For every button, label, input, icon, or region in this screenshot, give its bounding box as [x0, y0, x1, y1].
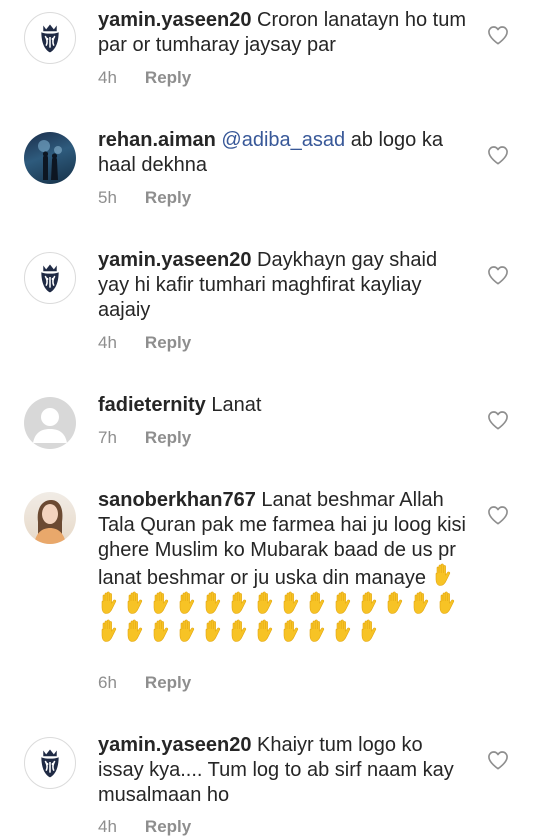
avatar[interactable] — [24, 252, 76, 304]
heart-outline-icon[interactable] — [487, 25, 509, 45]
reply-button[interactable]: Reply — [145, 673, 191, 692]
avatar[interactable] — [24, 132, 76, 184]
raised-hand-emoji — [124, 591, 146, 615]
avatar[interactable] — [24, 737, 76, 789]
reply-button[interactable]: Reply — [145, 68, 191, 87]
comment-username[interactable]: rehan.aiman — [98, 129, 216, 151]
raised-hand-emoji — [306, 591, 328, 615]
comment-time: 5h — [98, 188, 117, 207]
comment-username[interactable]: yamin.yaseen20 — [98, 9, 251, 31]
comment-username[interactable]: yamin.yaseen20 — [98, 734, 251, 756]
comment-body: yamin.yaseen20 Khaiyr tum logo ko issay … — [98, 733, 470, 808]
comment-body: yamin.yaseen20 Daykhayn gay shaid yay hi… — [98, 248, 470, 323]
lion-crest-logo-icon — [25, 253, 75, 303]
avatar[interactable] — [24, 397, 76, 449]
raised-hand-emoji — [150, 619, 172, 643]
raised-hand-emoji — [280, 619, 302, 643]
comment-body: yamin.yaseen20 Croron lanatayn ho tum pa… — [98, 8, 470, 58]
raised-hand-emoji — [202, 591, 224, 615]
raised-hand-emoji — [98, 591, 120, 615]
comment-mention[interactable]: @adiba_asad — [221, 129, 345, 151]
raised-hand-emoji — [332, 619, 354, 643]
raised-hand-emoji — [228, 619, 250, 643]
lion-crest-logo-icon — [25, 13, 75, 63]
comment-body: sanoberkhan767 Lanat beshmar Allah Tala … — [98, 488, 470, 647]
heart-outline-icon[interactable] — [487, 750, 509, 770]
raised-hand-emoji — [436, 591, 458, 615]
raised-hand-emoji — [358, 591, 380, 615]
comment-time: 7h — [98, 428, 117, 447]
raised-hand-emoji — [176, 591, 198, 615]
comment-time: 4h — [98, 68, 117, 87]
raised-hand-emoji — [202, 619, 224, 643]
raised-hand-emoji — [306, 619, 328, 643]
heart-outline-icon[interactable] — [487, 145, 509, 165]
raised-hand-emoji — [176, 619, 198, 643]
lion-crest-logo-icon — [25, 738, 75, 788]
raised-hand-emoji — [410, 591, 432, 615]
raised-hand-emoji — [254, 619, 276, 643]
default-user-icon — [33, 408, 67, 443]
raised-hand-emoji — [358, 619, 380, 643]
avatar[interactable] — [24, 492, 76, 544]
comment-body: fadieternity Lanat — [98, 393, 470, 418]
heart-outline-icon[interactable] — [487, 410, 509, 430]
raised-hand-emoji — [228, 591, 250, 615]
raised-hand-emoji — [432, 563, 454, 587]
comment-username[interactable]: fadieternity — [98, 394, 206, 416]
reply-button[interactable]: Reply — [145, 333, 191, 352]
reply-button[interactable]: Reply — [145, 188, 191, 207]
raised-hand-emoji — [150, 591, 172, 615]
heart-outline-icon[interactable] — [487, 265, 509, 285]
comment-meta: 7h Reply — [98, 428, 191, 448]
comment-meta: 4h Reply — [98, 817, 191, 837]
reply-button[interactable]: Reply — [145, 428, 191, 447]
comment-time: 4h — [98, 333, 117, 352]
girl-photo-icon — [34, 500, 66, 544]
raised-hand-emoji — [124, 619, 146, 643]
avatar[interactable] — [24, 12, 76, 64]
raised-hand-emoji — [98, 619, 120, 643]
comment-username[interactable]: sanoberkhan767 — [98, 489, 256, 511]
comment-meta: 4h Reply — [98, 333, 191, 353]
couple-photo-icon — [38, 140, 62, 180]
comment-meta: 5h Reply — [98, 188, 191, 208]
comment-body: rehan.aiman @adiba_asad ab logo ka haal … — [98, 128, 470, 178]
raised-hand-emoji — [280, 591, 302, 615]
comment-meta: 6h Reply — [98, 673, 191, 693]
comment-meta: 4h Reply — [98, 68, 191, 88]
comment-username[interactable]: yamin.yaseen20 — [98, 249, 251, 271]
raised-hand-emoji — [332, 591, 354, 615]
heart-outline-icon[interactable] — [487, 505, 509, 525]
raised-hand-emoji — [254, 591, 276, 615]
reply-button[interactable]: Reply — [145, 817, 191, 836]
comment-time: 6h — [98, 673, 117, 692]
comment-time: 4h — [98, 817, 117, 836]
comment-text: Lanat — [211, 394, 262, 416]
raised-hand-emoji — [384, 591, 406, 615]
